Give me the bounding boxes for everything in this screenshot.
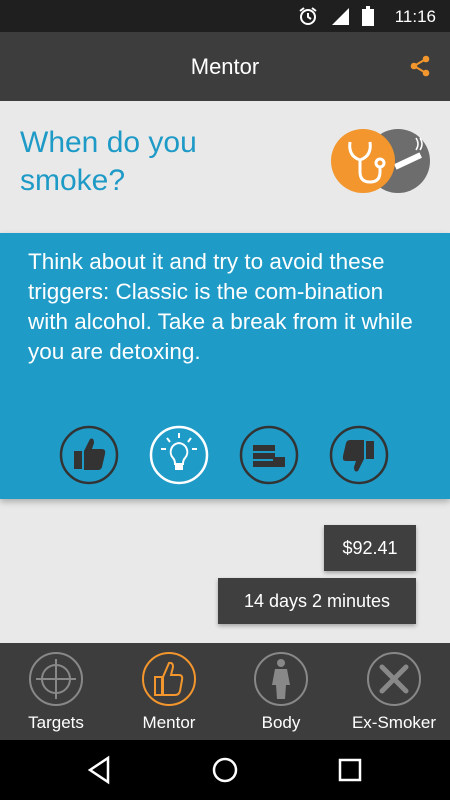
tab-label-mentor: Mentor (142, 713, 196, 732)
thumbs-down-icon[interactable] (329, 425, 389, 485)
back-icon[interactable] (84, 754, 116, 786)
app-bar: Mentor (0, 32, 450, 101)
share-icon[interactable] (408, 54, 432, 78)
topic-heading: When do you smoke? (20, 126, 197, 197)
system-nav-bar (0, 740, 450, 800)
signal-icon (332, 8, 349, 25)
tools-icon (367, 652, 421, 706)
status-bar: 11:16 (0, 0, 450, 32)
crosshair-icon (29, 652, 83, 706)
lightbulb-icon[interactable] (149, 425, 209, 485)
tab-label-ex-smoker: Ex-Smoker (351, 713, 437, 732)
tip-text: Think about it and try to avoid these tr… (28, 249, 413, 364)
thumbs-up-icon (142, 652, 196, 706)
tab-targets[interactable]: Targets (0, 643, 112, 740)
money-saved-badge[interactable]: $92.41 (324, 525, 416, 571)
status-icons (298, 6, 374, 26)
doctor-no-smoking-icon (331, 129, 430, 193)
tab-ex-smoker[interactable]: Ex-Smoker (338, 643, 450, 740)
battery-icon (362, 6, 374, 26)
status-time: 11:16 (394, 7, 436, 26)
body-icon (254, 652, 308, 706)
home-icon[interactable] (209, 754, 241, 786)
page-title: Mentor (190, 54, 260, 79)
tip-actions (59, 425, 389, 485)
tab-mentor[interactable]: Mentor (113, 643, 225, 740)
thumbs-up-icon[interactable] (59, 425, 119, 485)
bottom-tab-bar: Targets Mentor Body Ex-Smoker (0, 643, 450, 740)
smoke-free-duration-badge[interactable]: 14 days 2 minutes (218, 578, 416, 624)
tab-body[interactable]: Body (225, 643, 337, 740)
money-stack-icon[interactable] (239, 425, 299, 485)
alarm-icon (299, 7, 317, 25)
tab-label-body: Body (261, 713, 301, 732)
tab-label-targets: Targets (28, 713, 84, 732)
recents-icon[interactable] (334, 754, 366, 786)
